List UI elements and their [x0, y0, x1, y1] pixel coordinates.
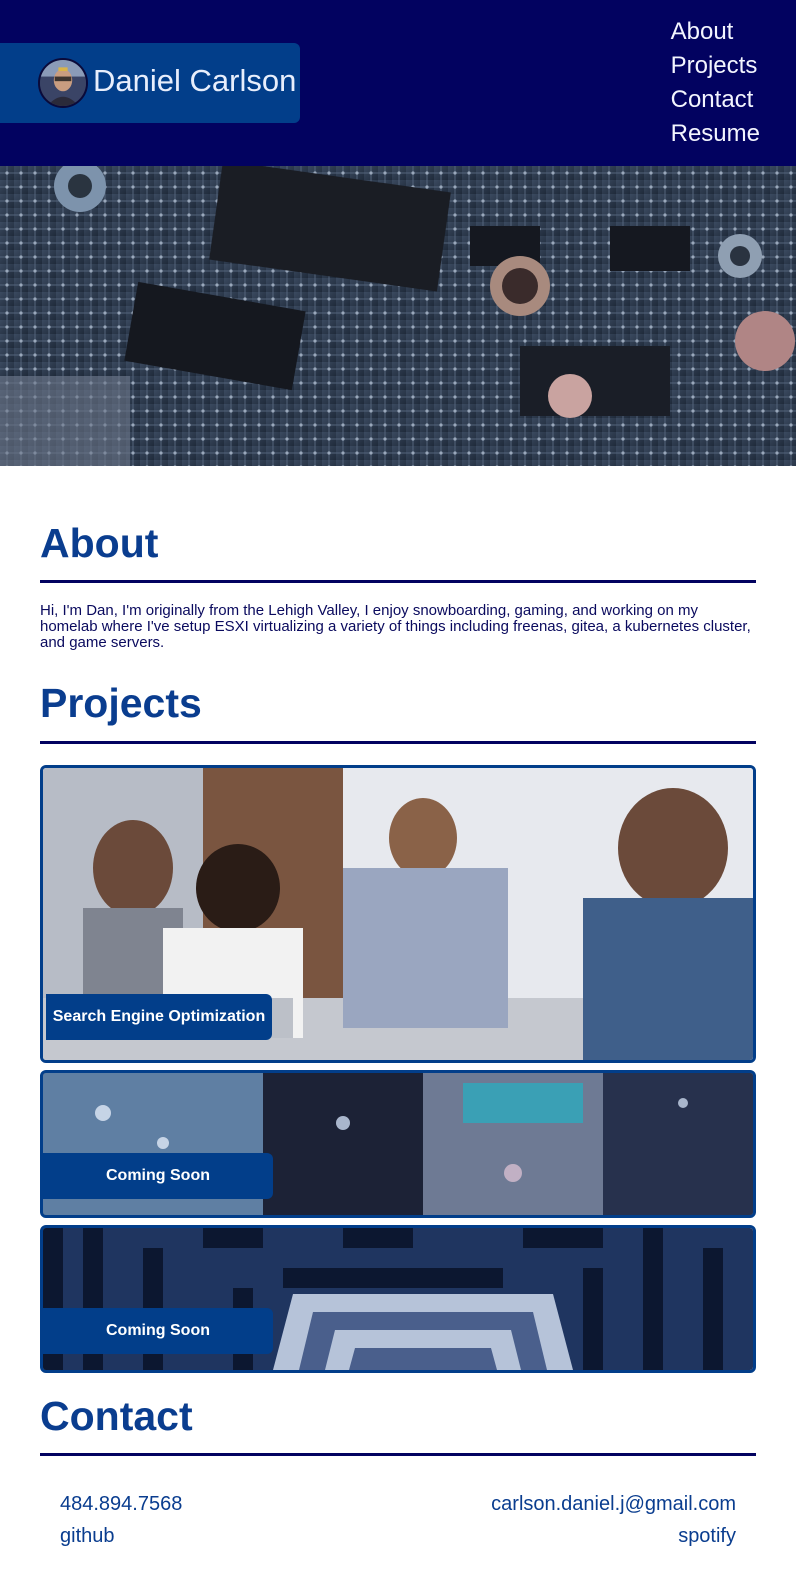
phone-link[interactable]: 484.894.7568 — [60, 1493, 182, 1516]
project-label-coming-soon-1: Coming Soon — [43, 1153, 273, 1199]
project-label-seo: Search Engine Optimization — [46, 994, 272, 1040]
project-label-coming-soon-2: Coming Soon — [43, 1308, 273, 1354]
spotify-link[interactable]: spotify — [678, 1525, 736, 1548]
about-text: Hi, I'm Dan, I'm originally from the Leh… — [40, 602, 751, 651]
nav-resume[interactable]: Resume — [671, 117, 760, 151]
nav-about[interactable]: About — [671, 15, 734, 49]
about-divider — [40, 580, 756, 583]
hero-circuit-board-image — [0, 166, 796, 466]
about-heading: About — [40, 520, 159, 566]
brand-name: Daniel Carlson — [93, 63, 297, 98]
projects-heading: Projects — [40, 680, 202, 726]
nav-projects[interactable]: Projects — [671, 49, 758, 83]
github-link[interactable]: github — [60, 1525, 115, 1548]
contact-heading: Contact — [40, 1393, 193, 1439]
brand-link[interactable]: Daniel Carlson — [0, 43, 300, 123]
site-header: Daniel Carlson About Projects Contact Re… — [0, 0, 796, 166]
nav-contact[interactable]: Contact — [671, 83, 754, 117]
avatar — [38, 58, 88, 108]
project-card-seo[interactable]: Search Engine Optimization — [40, 765, 756, 1063]
project-card-coming-soon-2[interactable]: Coming Soon — [40, 1225, 756, 1373]
contact-divider — [40, 1453, 756, 1456]
email-link[interactable]: carlson.daniel.j@gmail.com — [491, 1493, 736, 1516]
project-card-coming-soon-1[interactable]: Coming Soon — [40, 1070, 756, 1218]
projects-divider — [40, 741, 756, 744]
main-nav: About Projects Contact Resume — [671, 15, 760, 151]
